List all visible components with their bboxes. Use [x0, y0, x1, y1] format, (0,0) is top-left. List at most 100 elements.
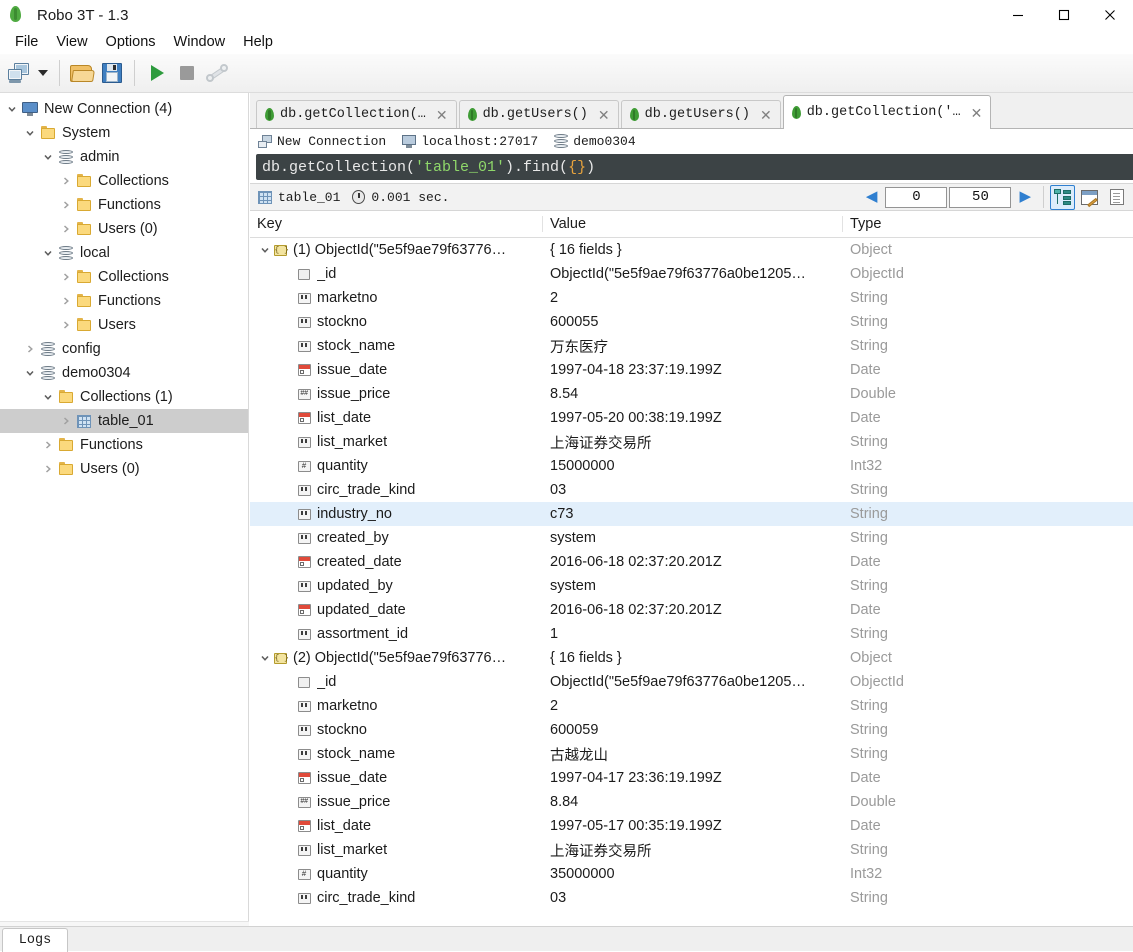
grid-cell-value[interactable]: system: [543, 530, 843, 546]
grid-row[interactable]: updated_bysystemString: [250, 574, 1133, 598]
grid-row[interactable]: stock_name万东医疗String: [250, 334, 1133, 358]
grid-cell-value[interactable]: 1: [543, 626, 843, 642]
sidebar-item-functions[interactable]: Functions: [0, 289, 248, 313]
grid-cell-key[interactable]: list_market: [250, 842, 543, 858]
grid-cell-value[interactable]: 上海证券交易所: [543, 432, 843, 453]
grid-cell-key[interactable]: ##issue_price: [250, 794, 543, 810]
triangle-right-icon[interactable]: ▶: [1013, 190, 1037, 205]
grid-cell-value[interactable]: { 16 fields }: [543, 650, 843, 666]
query-tab-2[interactable]: db.getUsers()✕: [621, 100, 781, 128]
tree-view-button[interactable]: [1050, 185, 1075, 210]
sidebar-item-collections[interactable]: Collections: [0, 265, 248, 289]
grid-row[interactable]: circ_trade_kind03String: [250, 886, 1133, 910]
chevron-right-icon[interactable]: [58, 409, 74, 433]
grid-cell-key[interactable]: created_date: [250, 554, 543, 570]
grid-cell-key[interactable]: { }(1) ObjectId("5e5f9ae79f63776…: [250, 242, 543, 258]
text-view-button[interactable]: [1104, 185, 1129, 210]
grid-cell-key[interactable]: created_by: [250, 530, 543, 546]
grid-cell-value[interactable]: 03: [543, 482, 843, 498]
save-script-button[interactable]: [97, 58, 127, 88]
chevron-down-icon[interactable]: [22, 121, 38, 145]
grid-row[interactable]: { }(1) ObjectId("5e5f9ae79f63776…{ 16 fi…: [250, 238, 1133, 262]
open-script-button[interactable]: [67, 58, 97, 88]
chevron-right-icon[interactable]: [58, 217, 74, 241]
grid-row[interactable]: stock_name古越龙山String: [250, 742, 1133, 766]
grid-row[interactable]: marketno2String: [250, 286, 1133, 310]
grid-cell-value[interactable]: c73: [543, 506, 843, 522]
sidebar-item-system[interactable]: System: [0, 121, 248, 145]
logs-tab[interactable]: Logs: [2, 928, 68, 952]
chevron-right-icon[interactable]: [58, 313, 74, 337]
grid-row[interactable]: created_date2016-06-18 02:37:20.201ZDate: [250, 550, 1133, 574]
grid-cell-value[interactable]: 2: [543, 698, 843, 714]
grid-cell-key[interactable]: _id: [250, 266, 543, 282]
menu-item-window[interactable]: Window: [165, 32, 235, 52]
table-view-button[interactable]: [1077, 185, 1102, 210]
chevron-down-icon[interactable]: [258, 245, 272, 255]
stop-button[interactable]: [172, 58, 202, 88]
grid-cell-key[interactable]: list_date: [250, 818, 543, 834]
sidebar-item-local[interactable]: local: [0, 241, 248, 265]
grid-cell-value[interactable]: 1997-04-17 23:36:19.199Z: [543, 770, 843, 786]
tab-close-icon[interactable]: ✕: [436, 108, 448, 122]
limit-input[interactable]: 50: [949, 187, 1011, 208]
chevron-down-icon[interactable]: [258, 653, 272, 663]
chevron-right-icon[interactable]: [58, 265, 74, 289]
grid-cell-value[interactable]: 古越龙山: [543, 744, 843, 765]
grid-cell-key[interactable]: assortment_id: [250, 626, 543, 642]
grid-cell-key[interactable]: issue_date: [250, 770, 543, 786]
grid-cell-key[interactable]: stock_name: [250, 338, 543, 354]
grid-cell-key[interactable]: issue_date: [250, 362, 543, 378]
grid-row[interactable]: _idObjectId("5e5f9ae79f63776a0be1205…Obj…: [250, 670, 1133, 694]
grid-row[interactable]: list_market上海证券交易所String: [250, 838, 1133, 862]
grid-cell-key[interactable]: _id: [250, 674, 543, 690]
grid-cell-value[interactable]: 8.54: [543, 386, 843, 402]
close-icon[interactable]: [1087, 0, 1133, 30]
chevron-right-icon[interactable]: [40, 433, 56, 457]
grid-cell-key[interactable]: ##issue_price: [250, 386, 543, 402]
sidebar-item-config[interactable]: config: [0, 337, 248, 361]
grid-cell-value[interactable]: 600055: [543, 314, 843, 330]
sidebar-item-users[interactable]: Users: [0, 313, 248, 337]
grid-row[interactable]: { }(2) ObjectId("5e5f9ae79f63776…{ 16 fi…: [250, 646, 1133, 670]
grid-cell-key[interactable]: list_market: [250, 434, 543, 450]
grid-cell-value[interactable]: ObjectId("5e5f9ae79f63776a0be1205…: [543, 266, 843, 282]
menu-item-options[interactable]: Options: [97, 32, 165, 52]
explain-button[interactable]: [202, 58, 232, 88]
execute-button[interactable]: [142, 58, 172, 88]
chevron-down-icon[interactable]: [40, 241, 56, 265]
chevron-down-icon[interactable]: [22, 361, 38, 385]
sidebar-item-table-01[interactable]: table_01: [0, 409, 248, 433]
chevron-right-icon[interactable]: [40, 457, 56, 481]
grid-cell-value[interactable]: system: [543, 578, 843, 594]
grid-cell-value[interactable]: { 16 fields }: [543, 242, 843, 258]
connect-button[interactable]: [4, 58, 34, 88]
grid-row[interactable]: marketno2String: [250, 694, 1133, 718]
grid-row[interactable]: stockno600055String: [250, 310, 1133, 334]
grid-cell-value[interactable]: 2: [543, 290, 843, 306]
sidebar-item-users-0[interactable]: Users (0): [0, 217, 248, 241]
grid-row[interactable]: issue_date1997-04-18 23:37:19.199ZDate: [250, 358, 1133, 382]
query-tab-3[interactable]: db.getCollection('…✕: [783, 95, 992, 129]
grid-cell-key[interactable]: industry_no: [250, 506, 543, 522]
menu-item-help[interactable]: Help: [234, 32, 282, 52]
chevron-right-icon[interactable]: [58, 193, 74, 217]
chevron-right-icon[interactable]: [58, 169, 74, 193]
sidebar-item-users-0[interactable]: Users (0): [0, 457, 248, 481]
column-header-value[interactable]: Value: [543, 216, 843, 232]
grid-cell-key[interactable]: updated_date: [250, 602, 543, 618]
chevron-right-icon[interactable]: [22, 337, 38, 361]
column-header-key[interactable]: Key: [250, 216, 543, 232]
grid-cell-key[interactable]: circ_trade_kind: [250, 482, 543, 498]
grid-cell-value[interactable]: 600059: [543, 722, 843, 738]
grid-row[interactable]: updated_date2016-06-18 02:37:20.201ZDate: [250, 598, 1133, 622]
grid-cell-value[interactable]: 2016-06-18 02:37:20.201Z: [543, 554, 843, 570]
grid-cell-value[interactable]: 35000000: [543, 866, 843, 882]
grid-cell-key[interactable]: list_date: [250, 410, 543, 426]
sidebar-item-new-connection-4[interactable]: New Connection (4): [0, 97, 248, 121]
query-tab-0[interactable]: db.getCollection(…✕: [256, 100, 457, 128]
result-grid[interactable]: Key Value Type { }(1) ObjectId("5e5f9ae7…: [250, 211, 1133, 926]
grid-row[interactable]: created_bysystemString: [250, 526, 1133, 550]
grid-cell-value[interactable]: 03: [543, 890, 843, 906]
grid-row[interactable]: stockno600059String: [250, 718, 1133, 742]
